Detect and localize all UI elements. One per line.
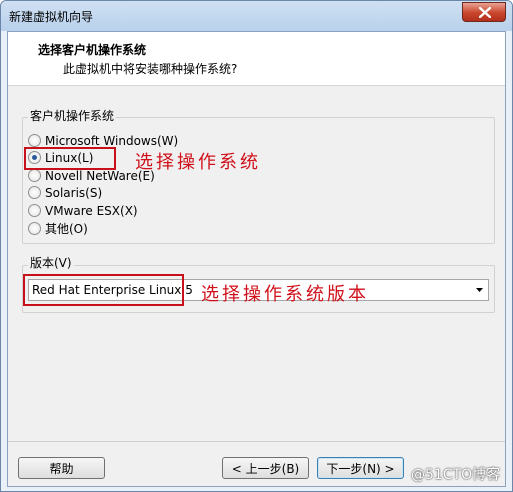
window-title: 新建虚拟机向导 xyxy=(9,10,94,24)
radio-button-esx[interactable] xyxy=(28,204,41,217)
next-button[interactable]: 下一步(N) > xyxy=(317,457,404,479)
radio-button-netware[interactable] xyxy=(28,169,41,182)
version-group-label: 版本(V) xyxy=(28,254,74,271)
annotation-select-os: 选择操作系统 xyxy=(135,152,261,173)
radio-esx[interactable]: VMware ESX(X) xyxy=(28,202,138,219)
chevron-down-icon xyxy=(476,288,483,292)
radio-solaris[interactable]: Solaris(S) xyxy=(28,184,102,201)
wizard-client-area: 选择客户机操作系统 此虚拟机中将安装哪种操作系统? 客户机操作系统 Micros… xyxy=(7,31,506,487)
page-subtitle: 此虚拟机中将安装哪种操作系统? xyxy=(63,62,238,76)
back-button[interactable]: < 上一步(B) xyxy=(222,457,309,479)
guest-os-group-label: 客户机操作系统 xyxy=(28,107,117,124)
radio-label-esx: VMware ESX(X) xyxy=(45,203,138,218)
annotation-box-linux xyxy=(24,147,116,170)
close-button[interactable] xyxy=(462,2,506,22)
radio-label-solaris: Solaris(S) xyxy=(45,185,103,200)
help-button[interactable]: 帮助 xyxy=(18,457,105,479)
radio-label-other: 其他(O) xyxy=(45,222,88,236)
title-bar[interactable]: 新建虚拟机向导 xyxy=(1,1,512,31)
close-icon xyxy=(479,7,491,18)
radio-label-windows: Microsoft Windows(W) xyxy=(45,133,179,148)
radio-button-other[interactable] xyxy=(28,222,41,235)
annotation-box-version xyxy=(23,274,184,306)
wizard-header: 选择客户机操作系统 此虚拟机中将安装哪种操作系统? xyxy=(8,32,505,86)
radio-button-windows[interactable] xyxy=(28,134,41,147)
watermark: @51CTO博客 xyxy=(411,467,501,483)
page-title: 选择客户机操作系统 xyxy=(38,43,147,57)
wizard-window: 新建虚拟机向导 选择客户机操作系统 此虚拟机中将安装哪种操作系统? 客户机操作系… xyxy=(0,0,513,492)
radio-button-solaris[interactable] xyxy=(28,186,41,199)
footer-divider xyxy=(8,441,505,442)
annotation-select-version: 选择操作系统版本 xyxy=(201,284,369,305)
radio-other[interactable]: 其他(O) xyxy=(28,220,88,237)
